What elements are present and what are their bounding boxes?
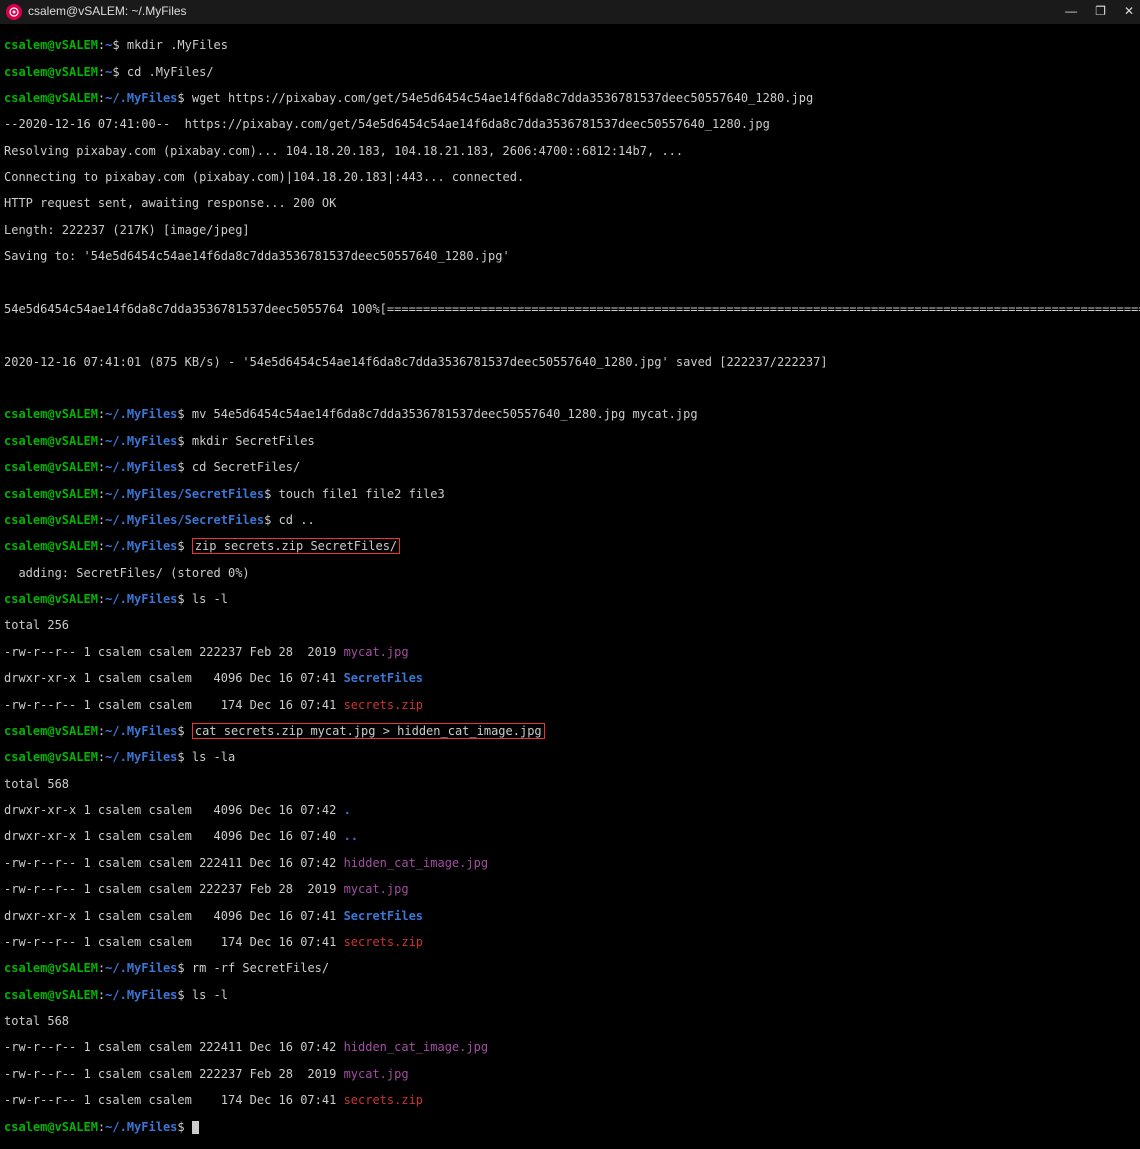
- command: wget https://pixabay.com/get/54e5d6454c5…: [192, 91, 813, 105]
- command: rm -rf SecretFiles/: [192, 961, 329, 975]
- output-line: total 568: [4, 1015, 1136, 1028]
- archive-name: secrets.zip: [344, 1093, 423, 1107]
- output-line: Length: 222237 (217K) [image/jpeg]: [4, 224, 1136, 237]
- minimize-button[interactable]: —: [1065, 5, 1077, 18]
- file-name: mycat.jpg: [344, 882, 409, 896]
- file-row: -rw-r--r-- 1 csalem csalem 174 Dec 16 07…: [4, 936, 1136, 949]
- file-row: -rw-r--r-- 1 csalem csalem 174 Dec 16 07…: [4, 1094, 1136, 1107]
- output-line: HTTP request sent, awaiting response... …: [4, 197, 1136, 210]
- window-titlebar: csalem@vSALEM: ~/.MyFiles — ❐ ✕: [0, 0, 1140, 24]
- command: touch file1 file2 file3: [279, 487, 445, 501]
- window-title: csalem@vSALEM: ~/.MyFiles: [28, 5, 187, 18]
- command: mkdir .MyFiles: [127, 38, 228, 52]
- file-row: -rw-r--r-- 1 csalem csalem 222411 Dec 16…: [4, 857, 1136, 870]
- file-row: -rw-r--r-- 1 csalem csalem 174 Dec 16 07…: [4, 699, 1136, 712]
- archive-name: secrets.zip: [344, 698, 423, 712]
- command: mv 54e5d6454c54ae14f6da8c7dda3536781537d…: [192, 407, 698, 421]
- dir-name: .: [344, 803, 351, 817]
- output-line: Connecting to pixabay.com (pixabay.com)|…: [4, 171, 1136, 184]
- output-line: Resolving pixabay.com (pixabay.com)... 1…: [4, 145, 1136, 158]
- dir-name: SecretFiles: [344, 671, 423, 685]
- output-line: total 568: [4, 778, 1136, 791]
- file-row: -rw-r--r-- 1 csalem csalem 222237 Feb 28…: [4, 883, 1136, 896]
- file-row: drwxr-xr-x 1 csalem csalem 4096 Dec 16 0…: [4, 672, 1136, 685]
- command: ls -l: [192, 988, 228, 1002]
- file-row: -rw-r--r-- 1 csalem csalem 222411 Dec 16…: [4, 1041, 1136, 1054]
- command: ls -l: [192, 592, 228, 606]
- output-blank: [4, 329, 1136, 342]
- dir-name: ..: [344, 829, 358, 843]
- file-name: hidden_cat_image.jpg: [344, 1040, 489, 1054]
- file-row: -rw-r--r-- 1 csalem csalem 222237 Feb 28…: [4, 646, 1136, 659]
- file-name: mycat.jpg: [344, 1067, 409, 1081]
- output-line: 2020-12-16 07:41:01 (875 KB/s) - '54e5d6…: [4, 356, 1136, 369]
- output-blank: [4, 277, 1136, 290]
- prompt-user: csalem@vSALEM: [4, 38, 98, 52]
- cursor[interactable]: [192, 1121, 199, 1134]
- command: cd .MyFiles/: [127, 65, 214, 79]
- file-row: drwxr-xr-x 1 csalem csalem 4096 Dec 16 0…: [4, 804, 1136, 817]
- output-blank: [4, 382, 1136, 395]
- close-button[interactable]: ✕: [1124, 5, 1134, 18]
- terminal-output[interactable]: csalem@vSALEM:~$ mkdir .MyFiles csalem@v…: [0, 24, 1140, 1149]
- output-line: --2020-12-16 07:41:00-- https://pixabay.…: [4, 118, 1136, 131]
- highlighted-command-zip: zip secrets.zip SecretFiles/: [192, 538, 400, 554]
- command: ls -la: [192, 750, 235, 764]
- dir-name: SecretFiles: [344, 909, 423, 923]
- command: mkdir SecretFiles: [192, 434, 315, 448]
- restore-button[interactable]: ❐: [1095, 5, 1106, 18]
- app-icon: [6, 4, 22, 20]
- file-row: drwxr-xr-x 1 csalem csalem 4096 Dec 16 0…: [4, 910, 1136, 923]
- file-name: hidden_cat_image.jpg: [344, 856, 489, 870]
- output-line: Saving to: '54e5d6454c54ae14f6da8c7dda35…: [4, 250, 1136, 263]
- file-name: mycat.jpg: [344, 645, 409, 659]
- file-row: -rw-r--r-- 1 csalem csalem 222237 Feb 28…: [4, 1068, 1136, 1081]
- file-row: drwxr-xr-x 1 csalem csalem 4096 Dec 16 0…: [4, 830, 1136, 843]
- command: cd ..: [279, 513, 315, 527]
- progress-bar: 54e5d6454c54ae14f6da8c7dda3536781537deec…: [4, 303, 1136, 316]
- archive-name: secrets.zip: [344, 935, 423, 949]
- output-line: total 256: [4, 619, 1136, 632]
- output-line: adding: SecretFiles/ (stored 0%): [4, 567, 1136, 580]
- highlighted-command-cat: cat secrets.zip mycat.jpg > hidden_cat_i…: [192, 723, 545, 739]
- command: cd SecretFiles/: [192, 460, 300, 474]
